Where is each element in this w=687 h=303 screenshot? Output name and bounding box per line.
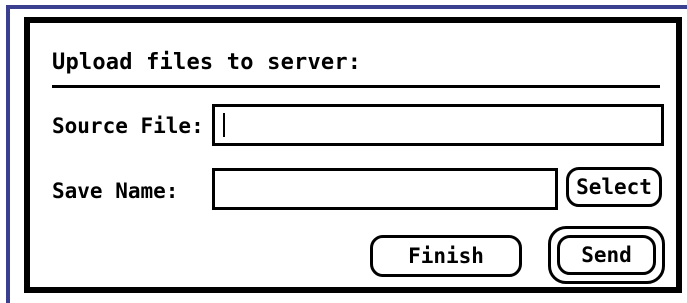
text-caret (223, 113, 225, 137)
source-file-label: Source File: (52, 114, 204, 138)
dialog-title: Upload files to server: (52, 50, 362, 75)
title-divider (52, 85, 660, 88)
save-name-label: Save Name: (52, 179, 179, 203)
send-button[interactable]: Send (557, 235, 656, 275)
upload-dialog: Upload files to server: Source File: Sav… (24, 17, 682, 293)
save-name-input[interactable] (212, 168, 558, 210)
select-button[interactable]: Select (566, 167, 662, 207)
screen: Upload files to server: Source File: Sav… (0, 0, 687, 303)
source-file-input[interactable] (212, 104, 664, 146)
finish-button[interactable]: Finish (370, 235, 522, 277)
